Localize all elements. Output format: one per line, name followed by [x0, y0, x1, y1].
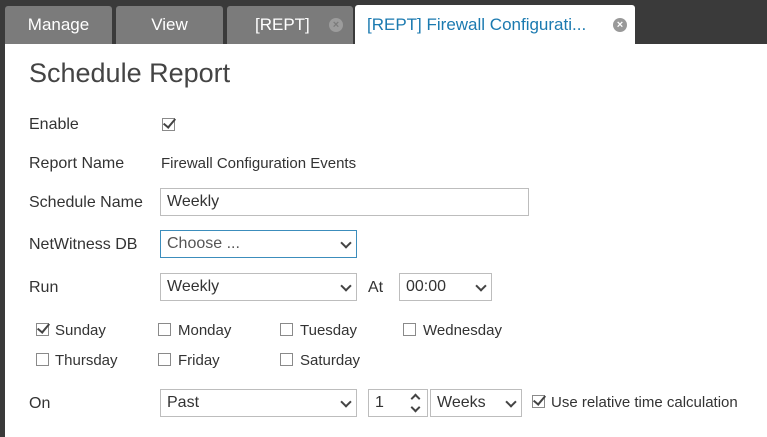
at-time-select[interactable]: 00:00 [399, 273, 492, 301]
run-value: Weekly [167, 278, 220, 295]
chevron-down-icon [505, 396, 517, 408]
relative-time-label: Use relative time calculation [551, 394, 738, 411]
run-select[interactable]: Weekly [160, 273, 357, 301]
day-label-thursday: Thursday [55, 352, 118, 369]
day-checkbox-thursday[interactable] [36, 353, 49, 366]
at-time-value: 00:00 [406, 278, 447, 295]
on-range-value: Past [167, 394, 200, 411]
at-label: At [368, 279, 384, 296]
on-unit-select[interactable]: Weeks [430, 389, 522, 417]
day-checkbox-sunday[interactable] [36, 323, 49, 336]
spinner-arrows-icon[interactable] [410, 393, 424, 413]
day-checkbox-tuesday[interactable] [280, 323, 293, 336]
on-label: On [29, 395, 51, 412]
on-range-select[interactable]: Past [160, 389, 357, 417]
tab-label: [REPT] Firewall Configurati... [367, 15, 587, 34]
day-checkbox-friday[interactable] [158, 353, 171, 366]
tab-firewall-config-active[interactable]: [REPT] Firewall Configurati... × [355, 5, 635, 45]
schedule-name-value: Weekly [167, 193, 220, 210]
day-label-saturday: Saturday [300, 352, 361, 369]
schedule-name-input[interactable]: Weekly [160, 188, 529, 216]
report-name-label: Report Name [29, 155, 125, 172]
day-label-friday: Friday [178, 352, 220, 369]
tab-manage[interactable]: Manage [5, 6, 112, 44]
enable-label: Enable [29, 116, 79, 133]
day-checkbox-saturday[interactable] [280, 353, 293, 366]
tab-label: Manage [27, 15, 90, 34]
on-count-stepper[interactable]: 1 [368, 389, 428, 417]
run-label: Run [29, 279, 59, 296]
tab-rept[interactable]: [REPT] × [227, 6, 353, 44]
schedule-name-label: Schedule Name [29, 194, 143, 211]
netwitness-db-placeholder: Choose ... [167, 235, 240, 252]
page-title: Schedule Report [29, 58, 231, 88]
tab-view[interactable]: View [116, 6, 223, 44]
day-label-wednesday: Wednesday [423, 322, 502, 339]
schedule-report-panel: Schedule Report Enable Report Name Firew… [5, 44, 767, 437]
day-checkbox-monday[interactable] [158, 323, 171, 336]
report-name-value: Firewall Configuration Events [161, 155, 357, 172]
tab-label: View [151, 15, 188, 34]
chevron-down-icon [340, 237, 352, 249]
chevron-down-icon [475, 280, 487, 292]
day-label-tuesday: Tuesday [300, 322, 357, 339]
enable-checkbox[interactable] [162, 118, 175, 131]
netwitness-db-select[interactable]: Choose ... [160, 230, 357, 258]
on-unit-value: Weeks [437, 394, 486, 411]
relative-time-checkbox[interactable] [532, 395, 545, 408]
on-count-value: 1 [375, 394, 384, 411]
day-label-monday: Monday [178, 322, 232, 339]
tab-bar: Manage View [REPT] × [REPT] Firewall Con… [0, 0, 767, 45]
netwitness-db-label: NetWitness DB [29, 236, 138, 253]
day-label-sunday: Sunday [55, 322, 106, 339]
close-icon[interactable]: × [613, 18, 627, 32]
close-icon[interactable]: × [329, 18, 343, 32]
chevron-down-icon [340, 280, 352, 292]
chevron-down-icon [340, 396, 352, 408]
tab-label: [REPT] [255, 15, 310, 34]
day-checkbox-wednesday[interactable] [403, 323, 416, 336]
